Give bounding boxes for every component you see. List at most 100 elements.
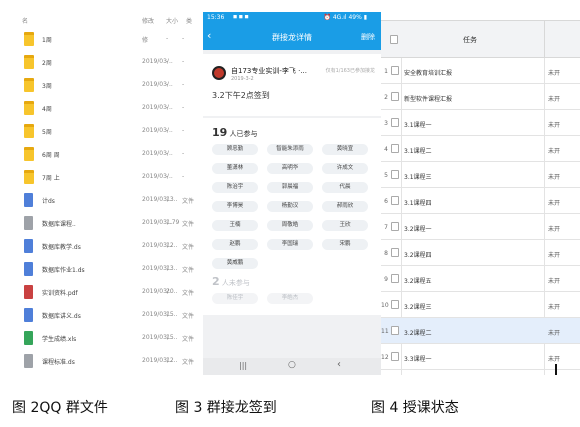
file-size: - <box>166 81 169 88</box>
file-row[interactable]: 数据库讲义.ds 2019/03/.. 15.. 文件 <box>0 306 203 326</box>
relay-post-card: 自173专业实训-李飞 ·... 2019-3-2 仅有1/163已参加接龙 3… <box>203 54 381 116</box>
row-checkbox[interactable] <box>391 66 399 75</box>
select-all-checkbox[interactable] <box>390 35 398 44</box>
recent-apps-icon[interactable]: ||| <box>239 361 247 370</box>
file-date: 修 <box>142 37 149 44</box>
table-row[interactable]: 8 3.2课程四 未开 <box>381 240 580 266</box>
table-row[interactable]: 1 安全教育培训汇报 未开 <box>381 58 580 84</box>
participant-chip[interactable]: 宋鹏 <box>322 239 368 250</box>
participant-chip[interactable]: 杨勤汉 <box>267 201 313 212</box>
pending-chip[interactable]: 李皓杰 <box>267 293 313 304</box>
file-type: 文件 <box>182 221 195 228</box>
participant-chip[interactable]: 李博昊 <box>212 201 258 212</box>
file-row[interactable]: 2周 2019/03/.. - - <box>0 53 203 73</box>
participant-chip[interactable]: 周敬皓 <box>267 220 313 231</box>
col-date-header[interactable]: 修改 <box>142 16 154 25</box>
participant-chip[interactable]: 王楠 <box>212 220 258 231</box>
file-name: 计ds <box>42 198 55 205</box>
row-checkbox[interactable] <box>391 352 399 361</box>
file-row[interactable]: 4周 2019/03/.. - - <box>0 99 203 119</box>
task-status: 未开 <box>548 148 561 155</box>
doc-icon <box>24 239 33 253</box>
table-row[interactable]: 7 3.2课程一 未开 <box>381 214 580 240</box>
file-name: 数据库教学.ds <box>42 244 81 251</box>
row-checkbox[interactable] <box>391 326 399 335</box>
participant-chip[interactable]: 郭晨福 <box>267 182 313 193</box>
phone-status-bar: 15:36 ◼ ◼ ◼ ⏰ 4G.ıl 49% ▮ <box>203 12 381 24</box>
delete-button[interactable]: 删除 <box>361 32 375 42</box>
row-checkbox[interactable] <box>391 248 399 257</box>
task-status: 未开 <box>548 122 561 129</box>
table-row[interactable]: 6 3.1课程四 未开 <box>381 188 580 214</box>
file-row[interactable]: 学生成绩.xls 2019/03/.. 15.. 文件 <box>0 329 203 349</box>
table-row[interactable]: 11 3.2课程二 未开 <box>381 318 580 344</box>
file-row[interactable]: 7周 上 2019/03/.. - - <box>0 168 203 188</box>
file-row[interactable]: 5周 2019/03/.. - - <box>0 122 203 142</box>
table-row[interactable]: 5 3.1课程三 未开 <box>381 162 580 188</box>
task-name: 3.2课程一 <box>404 226 432 233</box>
participant-chip[interactable]: 智能朱添雨 <box>267 144 313 155</box>
table-row[interactable]: 9 3.2课程五 未开 <box>381 266 580 292</box>
file-row[interactable]: 计ds 2019/03/.. 13.. 文件 <box>0 191 203 211</box>
row-checkbox[interactable] <box>391 300 399 309</box>
file-list-header: 名 修改 大小 类 <box>20 14 203 28</box>
file-row[interactable]: 1周 修 - - <box>0 30 203 50</box>
pending-chip[interactable]: 陈佳宇 <box>212 293 258 304</box>
task-status: 未开 <box>548 226 561 233</box>
pdf-icon <box>24 285 33 299</box>
table-row[interactable]: 4 3.1课程二 未开 <box>381 136 580 162</box>
participant-chip[interactable]: 高明华 <box>267 163 313 174</box>
task-name: 3.2课程二 <box>404 330 432 337</box>
participant-chip[interactable]: 赵鹏 <box>212 239 258 250</box>
file-size: - <box>166 58 169 65</box>
participant-chip[interactable]: 董潇林 <box>212 163 258 174</box>
back-icon[interactable]: ‹ <box>337 359 341 370</box>
participant-chip[interactable]: 黄晓宣 <box>322 144 368 155</box>
caption-fig2: 图 2QQ 群文件 <box>12 400 108 416</box>
file-row[interactable]: 数据库教学.ds 2019/03/.. 12.. 文件 <box>0 237 203 257</box>
file-type: - <box>182 81 185 88</box>
participant-chip[interactable]: 黄威鹏 <box>212 258 258 269</box>
task-name: 3.2课程四 <box>404 252 432 259</box>
participant-chip[interactable]: 李国瑞 <box>267 239 313 250</box>
row-checkbox[interactable] <box>391 222 399 231</box>
row-number: 10 <box>381 302 389 309</box>
folder-icon <box>24 101 34 115</box>
col-name-header[interactable]: 名 <box>22 16 28 25</box>
file-name: 6周 周 <box>42 152 60 159</box>
file-row[interactable]: 数据库课程.. 2019/03/.. 1.79 文件 <box>0 214 203 234</box>
file-row[interactable]: 6周 周 2019/03/.. - - <box>0 145 203 165</box>
row-checkbox[interactable] <box>391 92 399 101</box>
row-number: 8 <box>384 250 388 257</box>
file-name: 数据库作业1.ds <box>42 267 85 274</box>
participant-chip[interactable]: 许成文 <box>322 163 368 174</box>
participant-chip[interactable]: 陈治宇 <box>212 182 258 193</box>
col-size-header[interactable]: 大小 <box>166 16 178 25</box>
col-task-header[interactable]: 任务 <box>463 35 477 45</box>
row-checkbox[interactable] <box>391 170 399 179</box>
participant-chip[interactable]: 王欣 <box>322 220 368 231</box>
avatar[interactable] <box>212 66 226 80</box>
status-time: 15:36 <box>207 14 225 21</box>
caption-fig3: 图 3 群接龙签到 <box>175 400 277 416</box>
post-date: 2019-3-2 <box>231 76 254 82</box>
file-name: 3周 <box>42 83 52 90</box>
participant-chip[interactable]: 顾忠勤 <box>212 144 258 155</box>
participant-chip[interactable]: 郝雨欣 <box>322 201 368 212</box>
col-type-header[interactable]: 类 <box>186 16 192 25</box>
participant-chip[interactable]: 代晨 <box>322 182 368 193</box>
file-row[interactable]: 数据库作业1.ds 2019/03/.. 13.. 文件 <box>0 260 203 280</box>
table-row[interactable]: 12 3.3课程一 未开 <box>381 344 580 370</box>
row-checkbox[interactable] <box>391 118 399 127</box>
file-row[interactable]: 实训资料.pdf 2019/03/.. 20.. 文件 <box>0 283 203 303</box>
file-row[interactable]: 课程标准.ds 2019/03/.. 12.. 文件 <box>0 352 203 372</box>
table-row[interactable]: 2 新型软件课程汇报 未开 <box>381 84 580 110</box>
table-row[interactable]: 3 3.1课程一 未开 <box>381 110 580 136</box>
table-row[interactable]: 10 3.2课程三 未开 <box>381 292 580 318</box>
row-checkbox[interactable] <box>391 144 399 153</box>
row-checkbox[interactable] <box>391 274 399 283</box>
row-checkbox[interactable] <box>391 196 399 205</box>
home-icon[interactable]: ○ <box>288 360 296 370</box>
page-title: 群接龙详情 <box>272 33 312 42</box>
file-row[interactable]: 3周 2019/03/.. - - <box>0 76 203 96</box>
